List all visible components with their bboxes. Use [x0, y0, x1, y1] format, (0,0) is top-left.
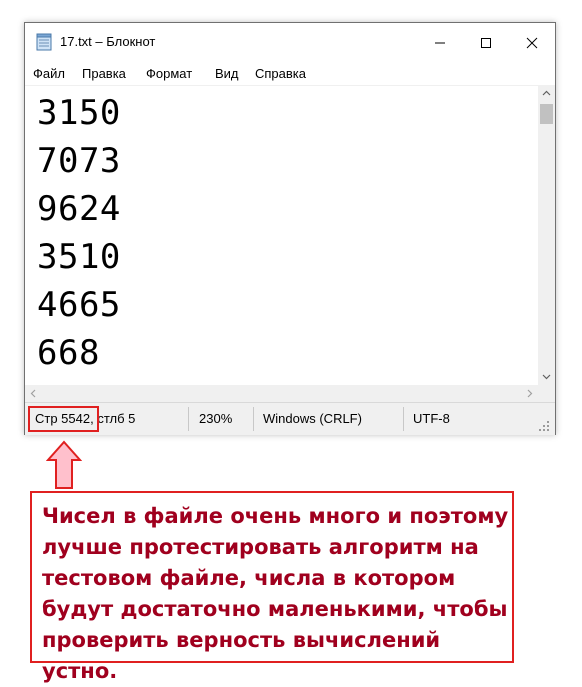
horizontal-scrollbar[interactable]: [25, 385, 538, 402]
text-line: 9624: [37, 189, 121, 229]
vertical-scrollbar[interactable]: [538, 85, 555, 385]
close-button[interactable]: [509, 23, 555, 63]
menu-bar: Файл Правка Формат Вид Справка: [25, 63, 555, 85]
text-line: 3150: [37, 93, 121, 133]
annotation-callout: Чисел в файле очень много и поэтому лучш…: [30, 491, 514, 683]
maximize-icon: [481, 38, 491, 48]
minimize-button[interactable]: [417, 23, 463, 63]
line-endings: Windows (CRLF): [263, 411, 362, 426]
scroll-right-icon[interactable]: [521, 385, 538, 402]
menu-help[interactable]: Справка: [255, 66, 306, 81]
close-icon: [526, 37, 538, 49]
text-line: 668: [37, 333, 100, 373]
text-line: 3510: [37, 237, 121, 277]
encoding: UTF-8: [413, 411, 450, 426]
scroll-down-icon[interactable]: [538, 368, 555, 385]
text-line: 4665: [37, 285, 121, 325]
maximize-button[interactable]: [463, 23, 509, 63]
minimize-icon: [435, 42, 445, 44]
notepad-window: 17.txt – Блокнот Файл Правка Формат Вид …: [24, 22, 556, 435]
notepad-icon: [36, 33, 52, 51]
scroll-up-icon[interactable]: [538, 85, 555, 102]
text-editor[interactable]: 3150 7073 9624 3510 4665 668: [25, 85, 538, 386]
status-divider: [253, 407, 254, 431]
title-bar[interactable]: 17.txt – Блокнот: [25, 23, 555, 63]
menu-view[interactable]: Вид: [215, 66, 239, 81]
status-divider: [403, 407, 404, 431]
scroll-thumb[interactable]: [540, 104, 553, 124]
position-highlight: [28, 406, 99, 432]
annotation-text: Чисел в файле очень много и поэтому лучш…: [42, 504, 509, 683]
up-arrow-icon: [46, 440, 82, 489]
menu-edit[interactable]: Правка: [82, 66, 126, 81]
window-title: 17.txt – Блокнот: [60, 34, 156, 49]
scroll-corner: [538, 385, 555, 402]
menu-format[interactable]: Формат: [146, 66, 192, 81]
zoom-level: 230%: [199, 411, 233, 426]
menu-file[interactable]: Файл: [33, 66, 65, 81]
resize-grip-icon[interactable]: [539, 421, 551, 433]
status-divider: [188, 407, 189, 431]
text-line: 7073: [37, 141, 121, 181]
status-bar: Стр 5542, стлб 5 230% Windows (CRLF) UTF…: [25, 402, 555, 435]
scroll-left-icon[interactable]: [25, 385, 42, 402]
